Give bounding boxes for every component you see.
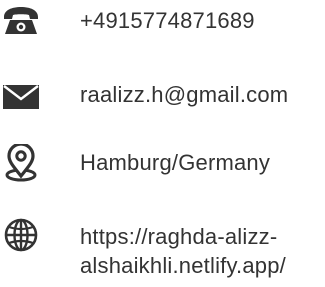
envelope-icon [0,76,42,118]
website-link[interactable]: https://raghda-alizz- alshaikhli.netlify… [80,222,286,280]
email-address[interactable]: raalizz.h@gmail.com [80,80,288,109]
contact-list: +4915774871689 raalizz.h@gmail.com Hambu… [0,0,325,287]
website-link-line-1: https://raghda-alizz- [80,224,278,249]
phone-icon [0,0,42,42]
website-link-line-2: alshaikhli.netlify.app/ [80,253,286,278]
location-pin-icon [0,142,42,184]
phone-number[interactable]: +4915774871689 [80,6,255,35]
location-text: Hamburg/Germany [80,150,271,175]
globe-icon [0,214,42,256]
